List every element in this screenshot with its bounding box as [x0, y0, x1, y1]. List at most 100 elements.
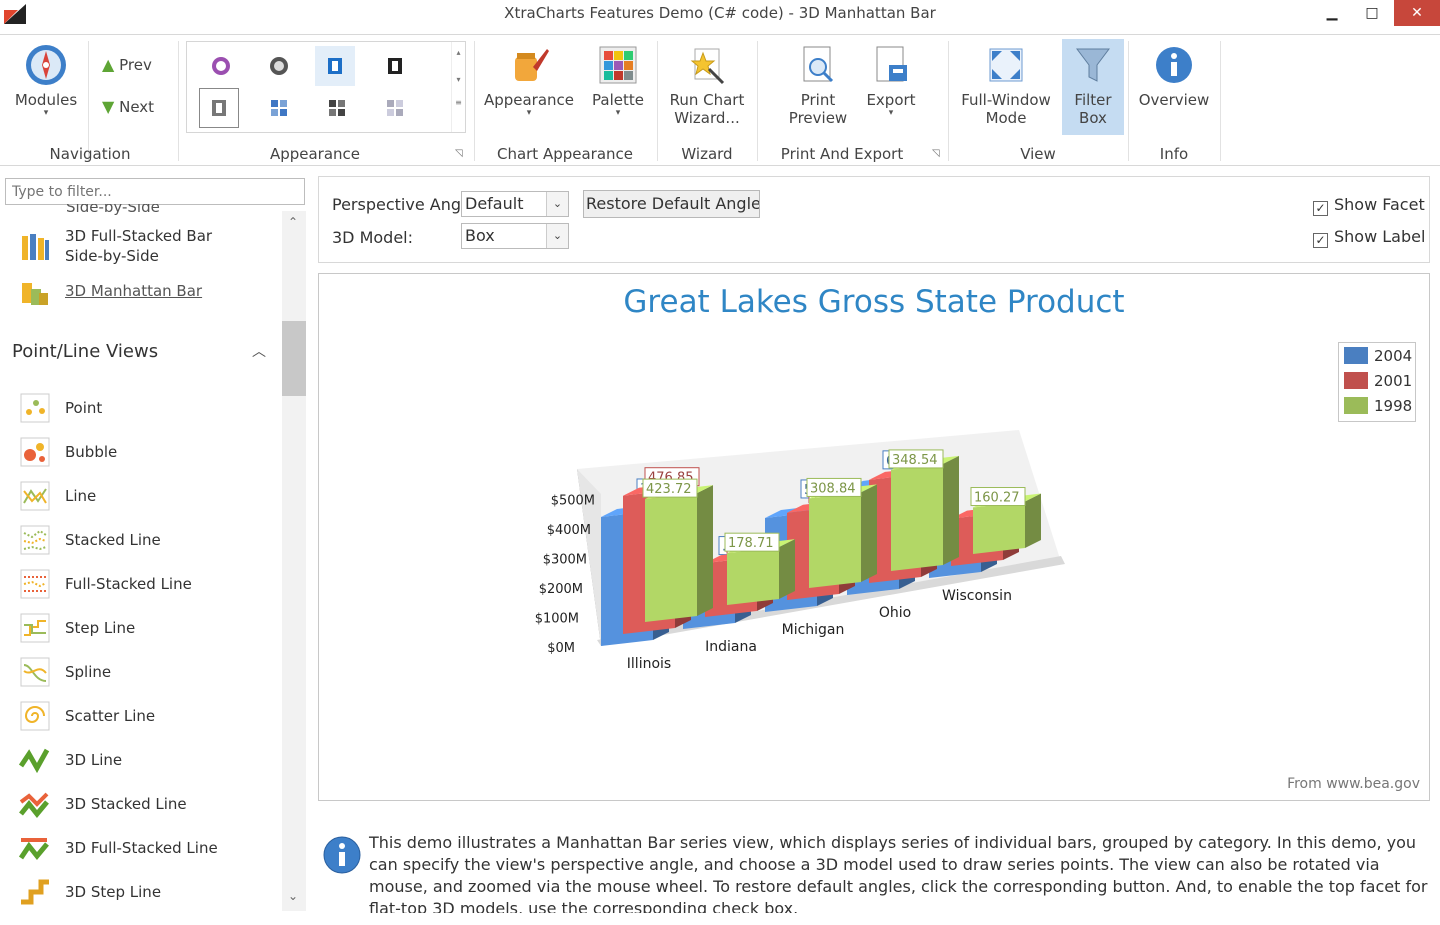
chart-appearance-button[interactable]: Appearance ▾ — [480, 43, 578, 118]
list-item-3d-full-stacked-line[interactable]: 3D Full-Stacked Line — [18, 830, 218, 866]
y-tick-label: $500M — [551, 494, 595, 509]
skin-dark-icon[interactable] — [259, 46, 299, 86]
overview-button[interactable]: Overview — [1134, 43, 1214, 109]
group-header-point-line-views[interactable]: Point/Line Views — [12, 341, 272, 362]
list-item-spline[interactable]: Spline — [18, 654, 111, 690]
run-chart-wizard-label-1: Run Chart — [669, 91, 745, 109]
separator — [948, 41, 949, 161]
legend-label: 2001 — [1374, 371, 1413, 390]
list-item-label: Line — [65, 487, 97, 505]
chevron-down-icon[interactable]: ⌄ — [288, 889, 298, 903]
filter-box-button[interactable]: Filter Box — [1062, 39, 1124, 135]
skin-office-white-icon[interactable] — [199, 88, 239, 128]
data-label: 178.71 — [728, 536, 774, 551]
dialog-launcher-icon[interactable]: ◹ — [932, 148, 940, 159]
maximize-button[interactable]: □ — [1350, 0, 1394, 26]
list-item-line[interactable]: Line — [18, 478, 96, 514]
manhattan-chart[interactable]: $0M$100M$200M$300M$400M$500M3.90.2757654… — [319, 274, 1429, 800]
list-item-point[interactable]: Point — [18, 390, 102, 426]
gallery-expand-icon[interactable]: ≡ — [452, 98, 465, 107]
chevron-down-icon[interactable]: ⌄ — [546, 224, 568, 248]
filter-funnel-icon — [1076, 48, 1110, 82]
skin-office-blue-icon[interactable] — [315, 46, 355, 86]
list-item-3d-full-stacked-bar[interactable]: 3D Full-Stacked Bar Side-by-Side — [18, 225, 212, 267]
skin-dark-office-icon[interactable] — [201, 46, 241, 86]
legend-swatch — [1344, 347, 1368, 364]
show-facet-checkbox[interactable]: ✓ Show Facet — [1313, 195, 1425, 216]
list-item-label: Point — [65, 399, 103, 417]
skin-office-black-icon[interactable] — [375, 46, 415, 86]
y-tick-label: $300M — [543, 553, 587, 568]
chevron-up-icon[interactable]: ︿ — [252, 341, 266, 361]
step-line-icon — [18, 611, 52, 645]
skin-tiles-dark-icon[interactable] — [317, 88, 357, 128]
close-button[interactable]: ✕ — [1394, 0, 1440, 26]
show-labels-checkbox[interactable]: ✓ Show Labels — [1313, 227, 1425, 248]
paint-brush-icon — [515, 49, 549, 81]
list-scrollbar[interactable] — [282, 211, 306, 911]
stacked-line-icon — [18, 523, 52, 557]
description-text: This demo illustrates a Manhattan Bar se… — [369, 833, 1428, 913]
legend-item: 2004 — [1339, 343, 1415, 368]
legend-label: 1998 — [1374, 396, 1413, 415]
gallery-scroll[interactable]: ▴ ▾ ≡ — [451, 42, 465, 132]
chevron-down-icon[interactable]: ▾ — [452, 75, 465, 84]
minimize-button[interactable]: ▁ — [1310, 0, 1354, 26]
run-chart-wizard-button[interactable]: Run Chart Wizard... — [664, 43, 750, 127]
chart-panel[interactable]: Great Lakes Gross State Product $0M $100M… — [318, 273, 1430, 801]
list-item-full-stacked-line[interactable]: Full-Stacked Line — [18, 566, 192, 602]
data-label: 348.54 — [892, 453, 938, 468]
print-preview-label-2: Preview — [788, 109, 848, 127]
skin-tiles-blue-icon[interactable] — [259, 88, 299, 128]
checkmark-icon: ✓ — [1313, 233, 1328, 248]
chevron-up-icon[interactable]: ▴ — [452, 48, 465, 57]
prev-button[interactable]: ▲ Prev — [102, 55, 152, 74]
separator — [1128, 41, 1129, 161]
filter-input[interactable] — [5, 178, 305, 205]
spline-icon — [18, 655, 52, 689]
bar-side-1998-wisconsin — [1025, 493, 1041, 548]
chevron-up-icon[interactable]: ⌃ — [288, 215, 298, 229]
print-preview-button[interactable]: Print Preview — [778, 43, 858, 127]
next-button[interactable]: ▼ Next — [102, 97, 154, 116]
separator — [88, 41, 89, 161]
list-item-bubble[interactable]: Bubble — [18, 434, 117, 470]
scrollbar-thumb[interactable] — [282, 321, 306, 396]
full-window-mode-button[interactable]: Full-Window Mode — [956, 43, 1056, 127]
list-item-label: 3D Step Line — [65, 883, 162, 901]
perspective-angle-combo[interactable]: Default ⌄ — [461, 191, 569, 217]
title-bar: XtraCharts Features Demo (C# code) - 3D … — [0, 0, 1440, 30]
chevron-down-icon[interactable]: ⌄ — [546, 192, 568, 216]
export-button[interactable]: Export ▾ — [860, 43, 922, 118]
bar-side-1998-michigan — [861, 484, 877, 582]
list-item-scatter-line[interactable]: Scatter Line — [18, 698, 155, 734]
restore-default-angles-button[interactable]: Restore Default Angles — [583, 190, 760, 218]
dialog-launcher-icon[interactable]: ◹ — [455, 148, 463, 159]
list-item-3d-manhattan-bar[interactable]: 3D Manhattan Bar — [18, 273, 202, 309]
list-item-3d-step-line[interactable]: 3D Step Line — [18, 874, 161, 910]
list-item-label: 3D Full-Stacked Bar — [65, 227, 213, 245]
skin-tiles-light-icon[interactable] — [375, 88, 415, 128]
group-label-chart-appearance: Chart Appearance — [496, 145, 634, 163]
list-item-3d-line[interactable]: 3D Line — [18, 742, 122, 778]
ribbon: Modules ▾ ▲ Prev ▼ Next Navigation ▴ ▾ ≡… — [0, 34, 1440, 166]
palette-button[interactable]: Palette ▾ — [586, 43, 650, 118]
bar-side-1998-indiana — [779, 539, 795, 599]
show-facet-label: Show Facet — [1334, 195, 1425, 214]
list-item-stacked-line[interactable]: Stacked Line — [18, 522, 161, 558]
3d-model-combo[interactable]: Box ⌄ — [461, 223, 569, 249]
list-item-label: Scatter Line — [65, 707, 156, 725]
list-item-step-line[interactable]: Step Line — [18, 610, 135, 646]
group-label-print-and-export: Print And Export — [780, 145, 904, 163]
chevron-down-icon: ▾ — [43, 108, 49, 118]
perspective-angle-value: Default — [465, 194, 524, 213]
bar-front-1998-ohio — [891, 463, 943, 571]
list-item-3d-stacked-line[interactable]: 3D Stacked Line — [18, 786, 187, 822]
partial-list-item[interactable]: Side-by-Side — [66, 204, 160, 216]
line-chart-icon — [18, 479, 52, 513]
palette-icon — [599, 46, 637, 84]
modules-button[interactable]: Modules ▾ — [12, 43, 80, 118]
y-tick-label: $400M — [547, 523, 591, 538]
separator — [474, 41, 475, 161]
separator — [757, 41, 758, 161]
